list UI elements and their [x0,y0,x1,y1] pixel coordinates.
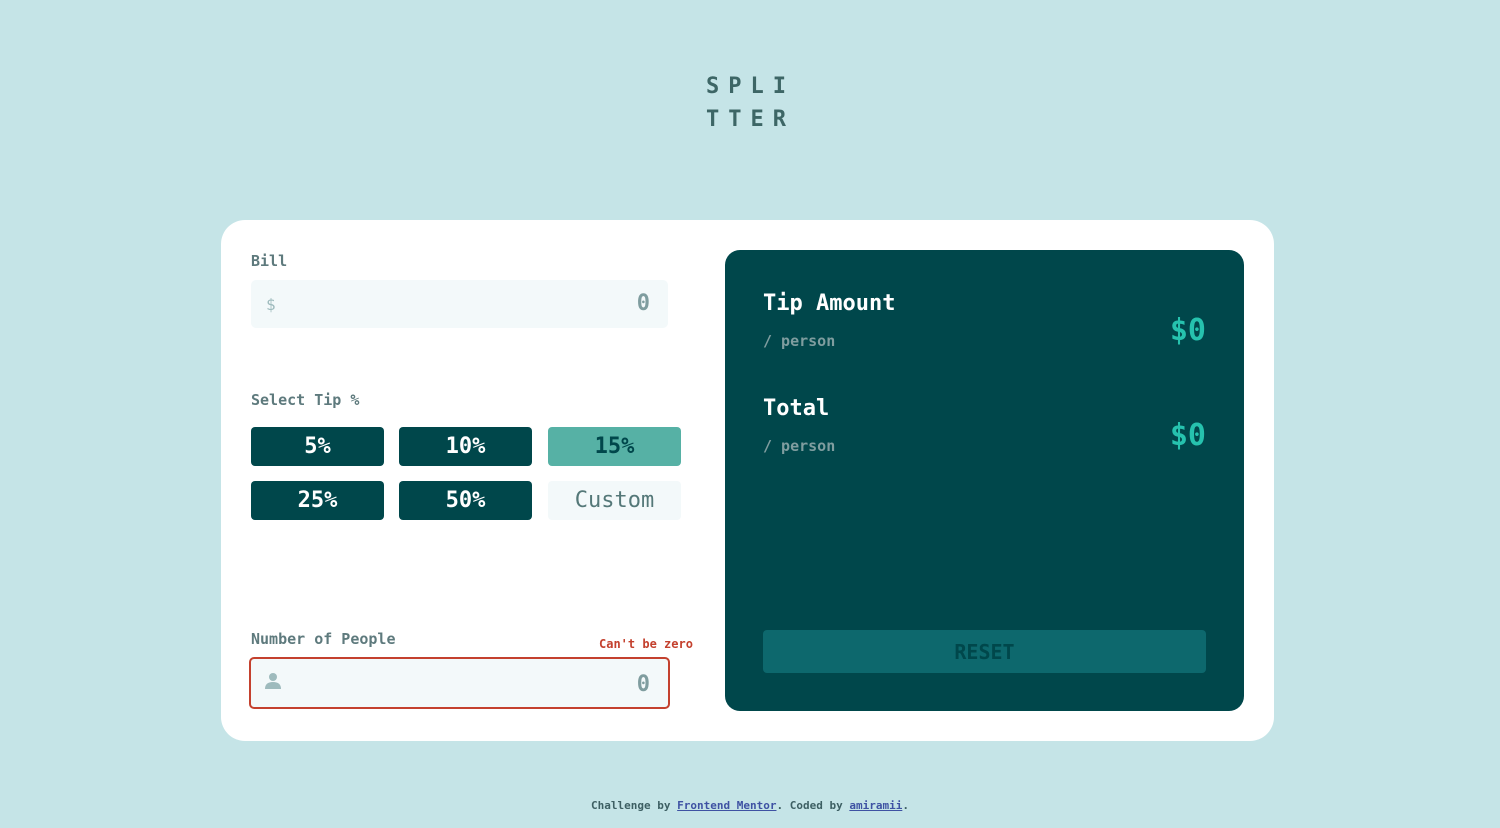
total-per-person: / person [763,437,836,455]
app-logo: SPLI TTER [706,70,806,136]
tip-button-25[interactable]: 25% [251,481,384,520]
bill-label: Bill [251,252,288,270]
tip-amount-title: Tip Amount [763,291,896,316]
reset-button[interactable]: RESET [763,630,1206,673]
calculator-card: Bill $ 0 Select Tip % 5% 10% 15% 25% 50%… [221,220,1274,741]
dollar-icon: $ [266,295,276,314]
tip-button-50[interactable]: 50% [399,481,532,520]
tip-label: Select Tip % [251,391,360,409]
person-icon [264,672,282,694]
people-value: 0 [636,672,650,697]
footer-prefix: Challenge by [591,799,678,812]
people-label: Number of People [251,630,396,648]
bill-input[interactable]: $ 0 [251,280,668,328]
people-error-message: Can't be zero [599,637,693,651]
attribution-footer: Challenge by Frontend Mentor. Coded by a… [0,799,1500,812]
tip-button-10[interactable]: 10% [399,427,532,466]
author-link[interactable]: amiramii [849,799,902,812]
results-panel: Tip Amount / person $0 Total / person $0… [725,250,1244,711]
tip-amount-value: $0 [1169,313,1206,348]
logo-line-1: SPLI [706,74,795,99]
total-title: Total [763,396,830,421]
tip-button-15[interactable]: 15% [548,427,681,466]
total-value: $0 [1169,418,1206,453]
footer-middle: . Coded by [776,799,850,812]
tip-button-5[interactable]: 5% [251,427,384,466]
logo-line-2: TTER [706,107,795,132]
custom-tip-input[interactable]: Custom [548,481,681,520]
bill-value: 0 [636,291,650,316]
frontend-mentor-link[interactable]: Frontend Mentor [677,799,776,812]
footer-suffix: . [902,799,909,812]
tip-amount-per-person: / person [763,332,836,350]
people-input[interactable]: 0 [249,657,670,709]
